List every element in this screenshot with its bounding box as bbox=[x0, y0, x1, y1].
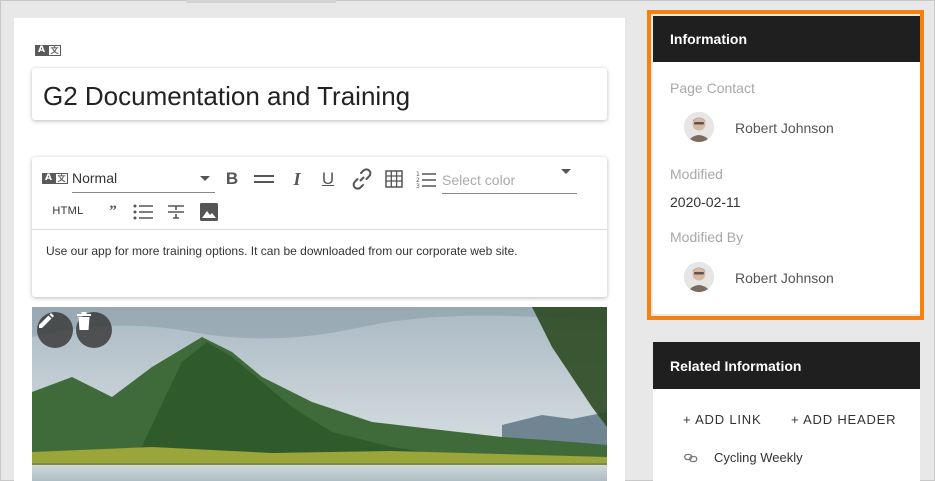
image-icon bbox=[200, 203, 218, 221]
table-button[interactable] bbox=[383, 168, 405, 190]
title-field[interactable]: G2 Documentation and Training bbox=[32, 68, 607, 120]
related-information-panel: Related Information + ADD LINK + ADD HEA… bbox=[653, 342, 920, 481]
avatar-image bbox=[684, 262, 714, 292]
format-select-value: Normal bbox=[72, 170, 118, 186]
translate-icon[interactable]: A文 bbox=[35, 45, 61, 56]
html-button[interactable]: HTML bbox=[48, 200, 88, 222]
page-contact-name[interactable]: Robert Johnson bbox=[735, 120, 834, 136]
link-button[interactable] bbox=[349, 167, 375, 191]
related-item-label: Cycling Weekly bbox=[714, 450, 803, 465]
ordered-list-button[interactable]: 123 bbox=[415, 168, 437, 190]
delete-image-button[interactable] bbox=[76, 312, 112, 348]
horizontal-rule-icon bbox=[254, 175, 274, 183]
modified-value: 2020-02-11 bbox=[670, 194, 741, 210]
modified-by-label: Modified By bbox=[670, 229, 744, 245]
modified-by-name[interactable]: Robert Johnson bbox=[735, 270, 834, 286]
information-title: Information bbox=[670, 31, 747, 47]
information-panel: Information Page Contact Robert Johnson … bbox=[653, 16, 920, 314]
translate-icon[interactable]: A文 bbox=[42, 173, 68, 184]
svg-text:3: 3 bbox=[416, 183, 420, 188]
top-tab-strip bbox=[186, 0, 336, 3]
unordered-list-button[interactable] bbox=[132, 201, 154, 223]
information-header: Information bbox=[653, 16, 920, 62]
page-title: G2 Documentation and Training bbox=[43, 81, 411, 111]
table-icon bbox=[385, 170, 403, 188]
landscape-image-graphic bbox=[32, 307, 607, 481]
pencil-icon bbox=[39, 313, 54, 328]
chevron-down-icon bbox=[200, 176, 210, 181]
editor-body-text[interactable]: Use our app for more training options. I… bbox=[46, 244, 518, 258]
edit-image-button[interactable] bbox=[37, 312, 73, 348]
avatar-image bbox=[684, 112, 714, 142]
add-header-button[interactable]: + ADD HEADER bbox=[791, 412, 896, 427]
underline-button[interactable]: U bbox=[318, 168, 338, 190]
link-icon bbox=[352, 168, 372, 190]
rich-text-editor: A文 Normal B I U 123 Select color HTML ” bbox=[32, 157, 607, 297]
horizontal-rule-button[interactable] bbox=[252, 168, 276, 190]
avatar[interactable] bbox=[684, 112, 714, 142]
chevron-down-icon bbox=[561, 169, 571, 174]
blockquote-button[interactable]: ” bbox=[103, 200, 123, 222]
bold-button[interactable]: B bbox=[222, 168, 242, 190]
trash-icon bbox=[77, 312, 91, 330]
modified-label: Modified bbox=[670, 166, 723, 182]
strikethrough-button[interactable] bbox=[165, 201, 187, 223]
main-content: A文 G2 Documentation and Training A文 Norm… bbox=[14, 18, 625, 481]
landscape-image bbox=[32, 307, 607, 481]
italic-button[interactable]: I bbox=[287, 168, 307, 190]
unordered-list-icon bbox=[133, 204, 153, 220]
insert-image-button[interactable] bbox=[198, 201, 220, 223]
ordered-list-icon: 123 bbox=[416, 171, 436, 188]
format-select[interactable]: Normal bbox=[72, 166, 215, 193]
color-select[interactable]: Select color bbox=[442, 166, 577, 194]
related-information-header: Related Information bbox=[653, 342, 920, 389]
color-select-placeholder: Select color bbox=[442, 172, 516, 188]
page-contact-label: Page Contact bbox=[670, 80, 755, 96]
link-icon bbox=[684, 453, 698, 462]
strikethrough-icon bbox=[168, 205, 184, 219]
related-information-title: Related Information bbox=[670, 358, 802, 374]
editor-divider bbox=[32, 229, 607, 230]
list-item[interactable]: Cycling Weekly bbox=[684, 450, 803, 465]
avatar[interactable] bbox=[684, 262, 714, 292]
add-link-button[interactable]: + ADD LINK bbox=[683, 412, 761, 427]
